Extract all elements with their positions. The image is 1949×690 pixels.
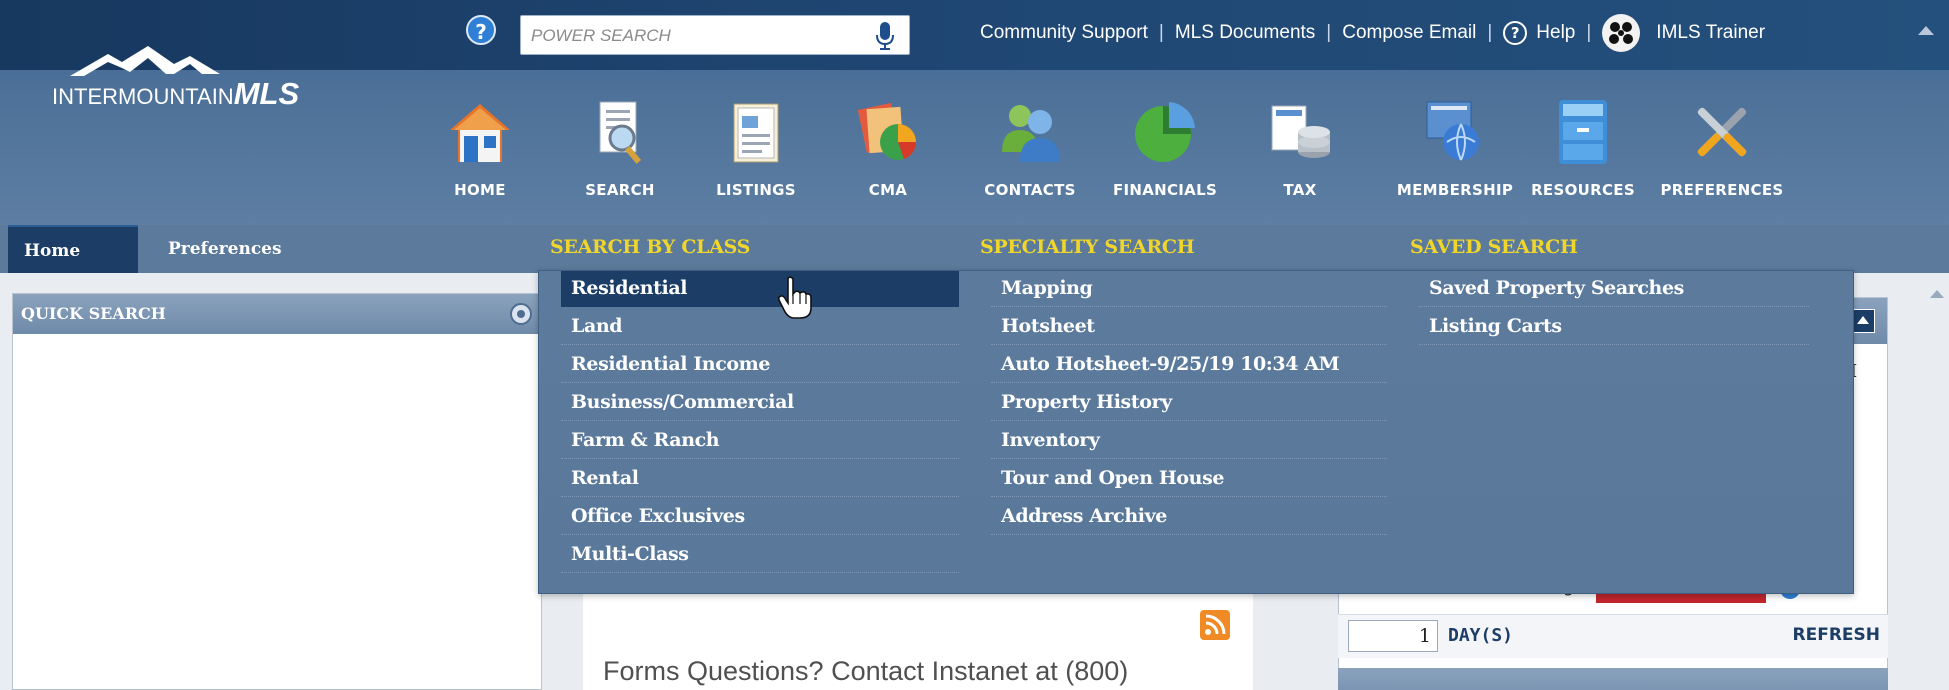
search-dropdown-menu: Residential Land Residential Income Busi… bbox=[538, 270, 1854, 594]
nav-preferences[interactable]: PREFERENCES bbox=[1652, 88, 1792, 199]
search-by-class-heading: SEARCH BY CLASS bbox=[550, 236, 751, 258]
nav-label: CMA bbox=[868, 181, 908, 199]
power-search-box[interactable] bbox=[520, 15, 910, 55]
nav-cma[interactable]: CMA bbox=[848, 88, 928, 199]
avatar-icon bbox=[1603, 15, 1640, 51]
help-link[interactable]: Help bbox=[1536, 22, 1575, 44]
refresh-button[interactable]: REFRESH bbox=[1793, 625, 1881, 645]
link-separator: | bbox=[1487, 22, 1493, 43]
menu-item-hotsheet[interactable]: Hotsheet bbox=[991, 309, 1387, 345]
nav-label: SEARCH bbox=[585, 181, 655, 199]
nav-tax[interactable]: TAX bbox=[1260, 88, 1340, 199]
quick-search-title: QUICK SEARCH bbox=[21, 304, 166, 323]
help-circle-icon[interactable]: ? bbox=[1503, 21, 1528, 45]
resources-cabinet-icon bbox=[1559, 100, 1607, 164]
nav-label: FINANCIALS bbox=[1112, 181, 1218, 199]
menu-item-inventory[interactable]: Inventory bbox=[991, 423, 1387, 459]
menu-item-saved-property-searches[interactable]: Saved Property Searches bbox=[1419, 271, 1809, 307]
tab-home[interactable]: Home bbox=[8, 225, 138, 273]
menu-item-multi-class[interactable]: Multi-Class bbox=[561, 537, 959, 573]
link-separator: | bbox=[1158, 22, 1164, 43]
scroll-up-icon[interactable] bbox=[1918, 26, 1934, 35]
tax-coins-icon bbox=[1271, 105, 1330, 158]
document-magnifier-icon bbox=[599, 101, 642, 164]
days-input[interactable] bbox=[1348, 620, 1438, 652]
compose-email-link[interactable]: Compose Email bbox=[1342, 22, 1476, 44]
menu-item-address-archive[interactable]: Address Archive bbox=[991, 499, 1387, 535]
search-dropdown-headings: SEARCH BY CLASS SPECIALTY SEARCH SAVED S… bbox=[538, 228, 1854, 270]
nav-label: PREFERENCES bbox=[1660, 181, 1784, 199]
secondary-panel-header bbox=[1338, 668, 1888, 690]
nav-label: HOME bbox=[454, 181, 506, 199]
tools-icon bbox=[1697, 107, 1747, 157]
nav-label: CONTACTS bbox=[984, 181, 1076, 199]
listings-sheet-icon bbox=[733, 103, 779, 163]
scroll-up-icon[interactable] bbox=[1930, 290, 1944, 298]
nav-resources[interactable]: RESOURCES bbox=[1528, 88, 1638, 199]
menu-item-listing-carts[interactable]: Listing Carts bbox=[1419, 309, 1809, 345]
menu-item-farm-ranch[interactable]: Farm & Ranch bbox=[561, 423, 959, 459]
menu-item-mapping[interactable]: Mapping bbox=[991, 271, 1387, 307]
intermountain-mls-logo[interactable]: INTERMOUNTAINMLS bbox=[52, 38, 352, 118]
community-support-link[interactable]: Community Support bbox=[980, 22, 1148, 44]
power-search-input[interactable] bbox=[531, 22, 851, 50]
nav-financials[interactable]: FINANCIALS bbox=[1105, 88, 1225, 199]
menu-item-office-exclusives[interactable]: Office Exclusives bbox=[561, 499, 959, 535]
hand-pointer-cursor-icon bbox=[778, 276, 812, 319]
nav-search[interactable]: SEARCH bbox=[580, 88, 660, 199]
user-name[interactable]: IMLS Trainer bbox=[1656, 22, 1765, 44]
cma-pie-document-icon bbox=[857, 102, 916, 160]
tab-preferences[interactable]: Preferences bbox=[152, 225, 298, 273]
link-separator: | bbox=[1586, 22, 1592, 43]
quick-search-panel: QUICK SEARCH bbox=[12, 293, 542, 690]
question-icon[interactable]: ? bbox=[466, 15, 496, 45]
nav-listings[interactable]: LISTINGS bbox=[706, 88, 806, 199]
collapse-panel-icon[interactable] bbox=[1851, 309, 1875, 333]
nav-label: LISTINGS bbox=[716, 181, 796, 199]
rss-glyph bbox=[1205, 614, 1226, 635]
logo-suffix: MLS bbox=[233, 76, 300, 111]
user-avatar[interactable] bbox=[1602, 14, 1641, 52]
app-window: INTERMOUNTAINMLS ? Community Support | M… bbox=[0, 0, 1949, 690]
forms-contact-message: Forms Questions? Contact Instanet at (80… bbox=[603, 656, 1129, 690]
gear-icon[interactable] bbox=[510, 303, 532, 325]
nav-membership[interactable]: MEMBERSHIP bbox=[1390, 88, 1520, 199]
mountain-logo-icon bbox=[70, 46, 220, 76]
header: INTERMOUNTAINMLS ? Community Support | M… bbox=[0, 0, 1949, 232]
link-separator: | bbox=[1326, 22, 1332, 43]
rss-feed-icon[interactable] bbox=[1200, 610, 1230, 640]
menu-item-rental[interactable]: Rental bbox=[561, 461, 959, 497]
membership-globe-icon bbox=[1426, 101, 1479, 161]
menu-item-business-commercial[interactable]: Business/Commercial bbox=[561, 385, 959, 421]
house-icon bbox=[450, 104, 510, 162]
saved-search-heading: SAVED SEARCH bbox=[1410, 236, 1578, 258]
quick-search-header: QUICK SEARCH bbox=[13, 294, 541, 334]
nav-label: MEMBERSHIP bbox=[1396, 181, 1514, 199]
menu-item-residential[interactable]: Residential bbox=[561, 271, 959, 307]
contacts-people-icon bbox=[1002, 105, 1060, 162]
logo-wordmark: INTERMOUNTAINMLS bbox=[52, 76, 299, 112]
microphone-icon[interactable] bbox=[873, 20, 897, 52]
financials-pie-icon bbox=[1135, 102, 1195, 162]
specialty-search-heading: SPECIALTY SEARCH bbox=[980, 236, 1195, 258]
nav-label: RESOURCES bbox=[1531, 181, 1635, 199]
menu-item-residential-income[interactable]: Residential Income bbox=[561, 347, 959, 383]
logo-prefix: INTERMOUNTAIN bbox=[52, 84, 234, 109]
days-filter-row: DAY(S) REFRESH bbox=[1338, 614, 1888, 658]
menu-item-land[interactable]: Land bbox=[561, 309, 959, 345]
menu-item-auto-hotsheet[interactable]: Auto Hotsheet-9/25/19 10:34 AM bbox=[991, 347, 1387, 383]
nav-contacts[interactable]: CONTACTS bbox=[980, 88, 1080, 199]
nav-home[interactable]: HOME bbox=[440, 88, 520, 199]
mls-documents-link[interactable]: MLS Documents bbox=[1175, 22, 1315, 44]
top-links: Community Support | MLS Documents | Comp… bbox=[980, 14, 1765, 52]
days-label: DAY(S) bbox=[1448, 625, 1514, 646]
menu-item-property-history[interactable]: Property History bbox=[991, 385, 1387, 421]
nav-label: TAX bbox=[1283, 181, 1317, 199]
menu-item-tour-open-house[interactable]: Tour and Open House bbox=[991, 461, 1387, 497]
